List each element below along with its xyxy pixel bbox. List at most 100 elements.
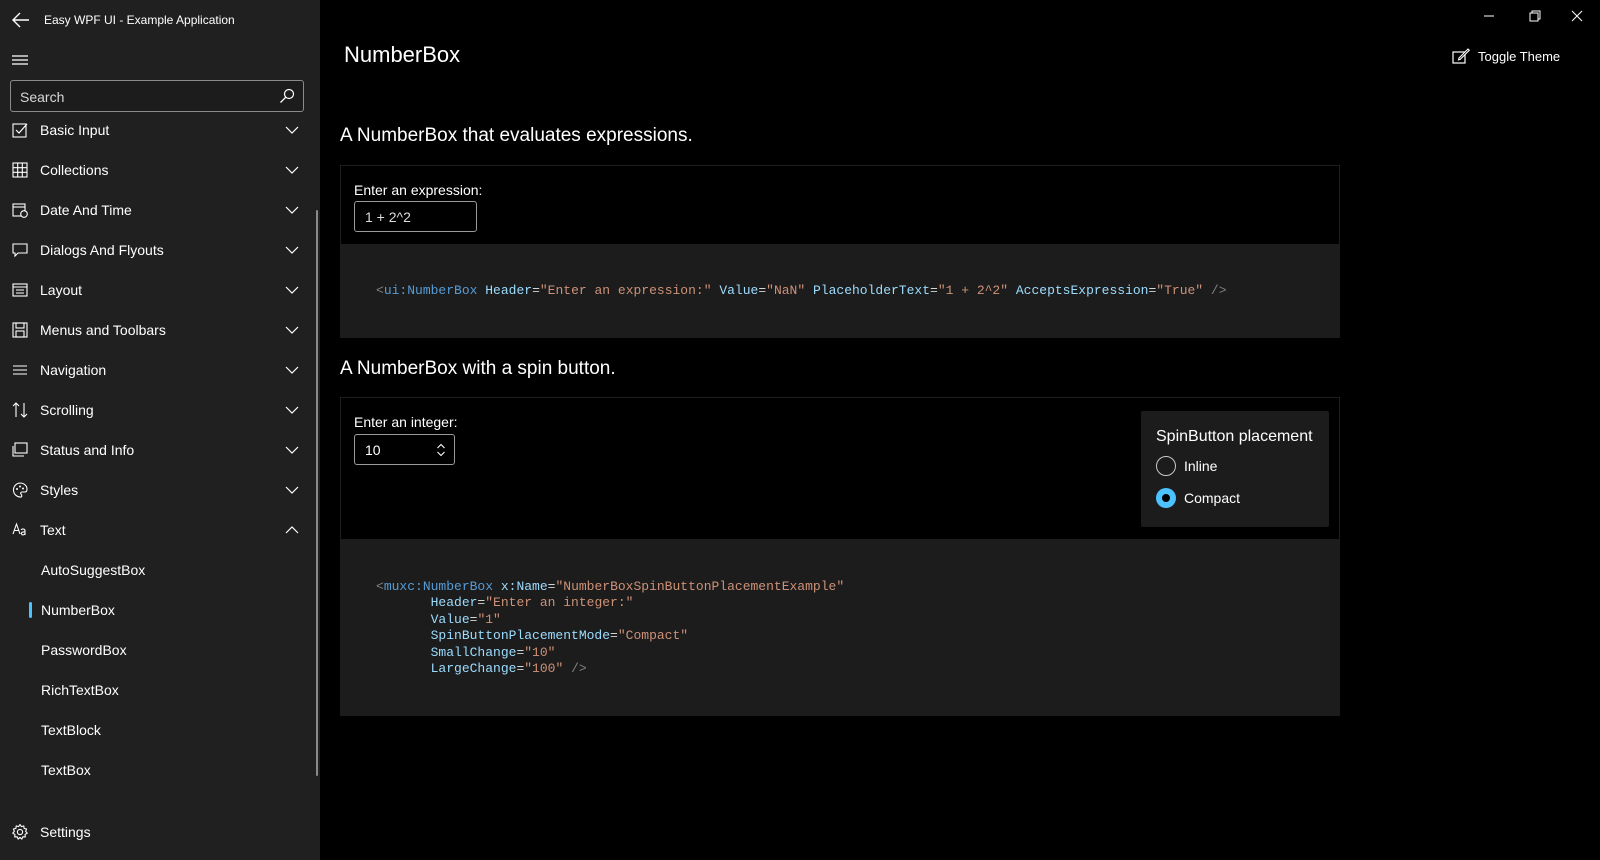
list-icon — [10, 360, 30, 380]
sidebar-item-label: Collections — [40, 162, 109, 178]
edit-icon — [1452, 48, 1470, 64]
settings-label: Settings — [40, 824, 91, 840]
integer-input[interactable] — [365, 441, 445, 459]
app-title: Easy WPF UI - Example Application — [44, 13, 235, 27]
sidebar-item-navigation[interactable]: Navigation — [0, 350, 316, 390]
code-token: x:Name — [500, 579, 548, 594]
gear-icon — [10, 822, 30, 842]
page-title: NumberBox — [344, 42, 461, 67]
example2-title: A NumberBox with a spin button. — [340, 358, 616, 379]
back-button[interactable] — [8, 8, 34, 32]
example1-code-block: <ui:NumberBox Header="Enter an expressio… — [340, 245, 1340, 338]
radio-label: Compact — [1184, 490, 1241, 506]
code-line: <ui:NumberBox Header="Enter an expressio… — [376, 283, 1227, 299]
sidebar-item-styles[interactable]: Styles — [0, 470, 316, 510]
sidebar-item-basic-input[interactable]: Basic Input — [0, 112, 316, 150]
chevron-down-icon[interactable] — [284, 242, 300, 258]
sidebar-item-scrolling[interactable]: Scrolling — [0, 390, 316, 430]
close-button[interactable] — [1554, 0, 1600, 32]
close-icon — [1571, 10, 1583, 22]
sidebar-subitem-label: PasswordBox — [41, 642, 127, 658]
sidebar-subitem-passwordbox[interactable]: PasswordBox — [0, 630, 316, 670]
expression-numberbox[interactable] — [354, 201, 477, 232]
spin-button[interactable] — [434, 442, 448, 458]
sidebar-subitem-numberbox[interactable]: NumberBox — [0, 590, 316, 630]
code-line: <muxc:NumberBox x:Name="NumberBoxSpinBut… — [376, 579, 844, 595]
search-input[interactable] — [20, 87, 260, 107]
sidebar-subitem-label: TextBox — [41, 762, 91, 778]
code-token: "10" — [524, 644, 556, 660]
code-token: = — [930, 283, 938, 298]
sidebar-subitem-label: TextBlock — [41, 722, 101, 738]
grid-icon — [10, 160, 30, 180]
radio-inline[interactable]: Inline — [1156, 455, 1217, 477]
sidebar-item-menus-and-toolbars[interactable]: Menus and Toolbars — [0, 310, 316, 350]
minimize-icon — [1484, 15, 1494, 17]
code-token: Value — [430, 611, 470, 627]
code-token: AcceptsExpression — [1015, 283, 1149, 298]
calendar-icon — [10, 200, 30, 220]
code-token: /> — [1210, 283, 1227, 298]
code-token: "Compact" — [617, 628, 689, 644]
sidebar-item-status-and-info[interactable]: Status and Info — [0, 430, 316, 470]
chevron-down-icon[interactable] — [284, 122, 300, 138]
hamburger-icon — [12, 55, 28, 65]
sidebar-item-dialogs-and-flyouts[interactable]: Dialogs And Flyouts — [0, 230, 316, 270]
chevron-down-icon[interactable] — [284, 322, 300, 338]
title-bar: Easy WPF UI - Example Application — [0, 0, 320, 40]
sidebar-item-label: Styles — [40, 482, 79, 498]
radio-label: Inline — [1184, 458, 1218, 474]
example1-title: A NumberBox that evaluates expressions. — [340, 125, 693, 146]
expression-input[interactable] — [365, 208, 462, 226]
sidebar-subitem-autosuggestbox[interactable]: AutoSuggestBox — [0, 550, 316, 590]
chevron-down-icon[interactable] — [284, 362, 300, 378]
minimize-button[interactable] — [1466, 0, 1512, 32]
code-token: < — [376, 283, 384, 298]
chevron-down-icon[interactable] — [284, 162, 300, 178]
code-token: "NaN" — [766, 283, 806, 298]
sidebar-item-settings[interactable]: Settings — [0, 812, 316, 852]
radio-compact[interactable]: Compact — [1156, 487, 1240, 509]
code-token: "NumberBoxSpinButtonPlacementExample" — [555, 579, 845, 594]
sidebar-subitem-label: NumberBox — [41, 602, 115, 618]
code-token: LargeChange — [430, 661, 517, 676]
code-token: PlaceholderText — [812, 283, 931, 298]
sidebar-subitem-textblock[interactable]: TextBlock — [0, 710, 316, 750]
status-icon — [10, 440, 30, 460]
search-box[interactable] — [10, 80, 304, 112]
sidebar-item-layout[interactable]: Layout — [0, 270, 316, 310]
restore-button[interactable] — [1512, 0, 1558, 32]
code-token: ui:NumberBox — [383, 283, 478, 298]
sidebar-item-label: Basic Input — [40, 122, 110, 138]
sidebar-scrollbar[interactable] — [316, 210, 318, 776]
sidebar-subitem-textbox[interactable]: TextBox — [0, 750, 316, 790]
toggle-theme-button[interactable]: Toggle Theme — [1452, 44, 1560, 68]
chevron-down-icon[interactable] — [284, 482, 300, 498]
layout-icon — [10, 280, 30, 300]
example2-code-block: <muxc:NumberBox x:Name = "NumberBoxSpinBut… — [340, 540, 1340, 716]
code-token: = — [610, 628, 618, 644]
integer-field-label: Enter an integer: — [354, 414, 458, 430]
chevron-down-icon[interactable] — [284, 402, 300, 418]
chevron-down-icon[interactable] — [284, 442, 300, 458]
save-icon — [10, 320, 30, 340]
sidebar-subitem-richtextbox[interactable]: RichTextBox — [0, 670, 316, 710]
chevron-up-icon[interactable] — [284, 522, 300, 538]
integer-numberbox[interactable] — [354, 434, 455, 465]
hamburger-button[interactable] — [8, 50, 32, 70]
sidebar-item-label: Date And Time — [40, 202, 132, 218]
sidebar-item-date-and-time[interactable]: Date And Time — [0, 190, 316, 230]
code-token: "Enter an expression:" — [539, 283, 712, 298]
search-button[interactable] — [277, 86, 297, 106]
radio-circle — [1156, 456, 1176, 476]
chevron-down-icon[interactable] — [284, 202, 300, 218]
sidebar-item-collections[interactable]: Collections — [0, 150, 316, 190]
chevron-down-icon[interactable] — [284, 282, 300, 298]
sidebar-item-text[interactable]: Text — [0, 510, 316, 550]
sidebar: Easy WPF UI - Example Application Basic … — [0, 0, 320, 860]
